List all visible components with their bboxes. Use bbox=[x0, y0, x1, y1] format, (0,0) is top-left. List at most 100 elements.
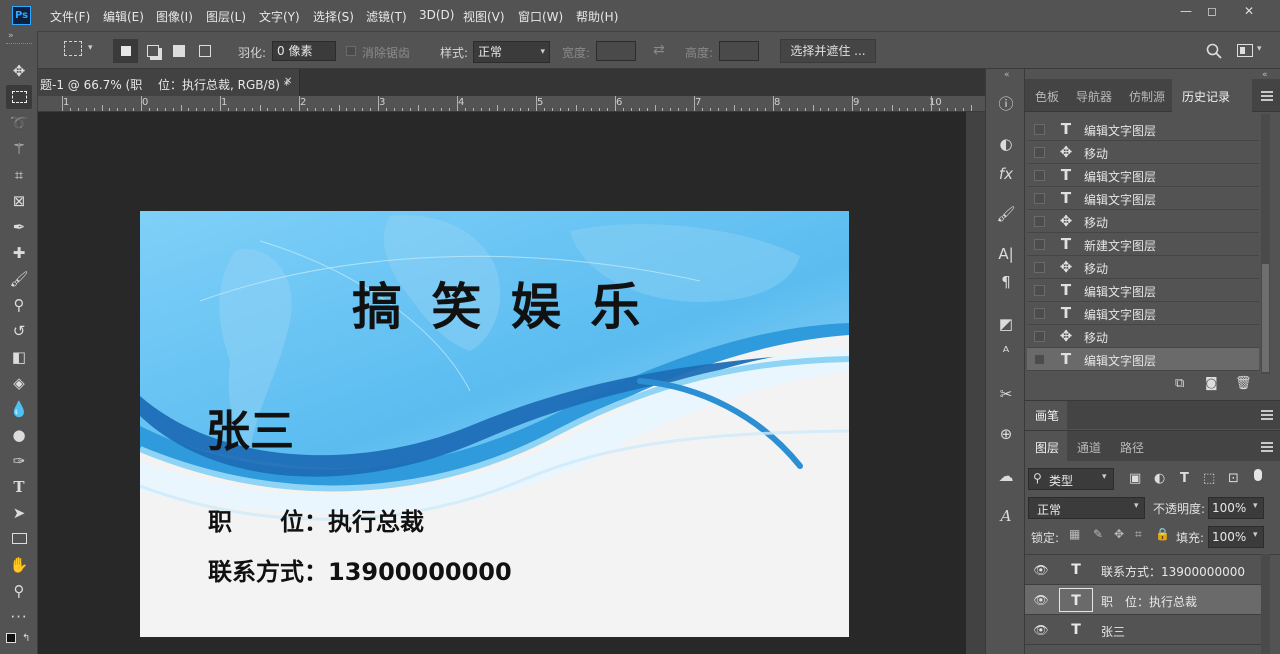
layer-row[interactable]: 👁 T 联系方式：13900000000 bbox=[1025, 555, 1261, 585]
menu-file[interactable]: 文件(F) bbox=[50, 8, 90, 25]
business-card-canvas[interactable]: 搞 笑 娱 乐 张三 职 位：执行总裁 联系方式：13900000000 bbox=[140, 211, 849, 637]
feather-input[interactable]: 0 像素 bbox=[272, 41, 336, 61]
close-button[interactable]: ✕ bbox=[1231, 0, 1267, 22]
chevron-down-icon[interactable]: ▾ bbox=[88, 43, 93, 53]
intersect-selection-button[interactable] bbox=[194, 39, 216, 63]
filter-pixel-layers-icon[interactable]: ▣ bbox=[1129, 471, 1141, 486]
toolbar-grip[interactable] bbox=[6, 43, 32, 47]
add-selection-button[interactable] bbox=[142, 39, 164, 63]
paragraph-icon[interactable]: ¶ bbox=[994, 271, 1018, 293]
lock-transparent-pixels-icon[interactable]: ▦ bbox=[1069, 527, 1080, 541]
select-and-mask-button[interactable]: 选择并遮住 ... bbox=[780, 39, 876, 63]
eyedropper-tool-icon[interactable]: ✒ bbox=[6, 215, 32, 239]
styles-fx-icon[interactable]: fx bbox=[994, 163, 1018, 185]
panel-menu-icon[interactable] bbox=[1261, 410, 1273, 420]
more-tools-icon[interactable]: ··· bbox=[6, 605, 32, 629]
history-item[interactable]: T 编辑文字图层 bbox=[1027, 279, 1259, 302]
subtract-selection-button[interactable] bbox=[168, 39, 190, 63]
filter-smart-objects-icon[interactable]: ⊡ bbox=[1228, 471, 1239, 486]
history-snapshot-checkbox[interactable] bbox=[1034, 124, 1045, 135]
history-scrollbar[interactable] bbox=[1261, 114, 1270, 374]
fill-field[interactable]: 100% ▾ bbox=[1208, 526, 1264, 548]
filter-shape-layers-icon[interactable]: ⬚ bbox=[1203, 471, 1215, 486]
character-icon[interactable]: A| bbox=[994, 243, 1018, 265]
lock-position-icon[interactable]: ✥ bbox=[1114, 527, 1124, 541]
lock-all-icon[interactable]: 🔒 bbox=[1155, 527, 1170, 541]
history-snapshot-checkbox[interactable] bbox=[1034, 331, 1045, 342]
magic-wand-tool-icon[interactable]: ⚚ bbox=[6, 137, 32, 161]
opacity-field[interactable]: 100% ▾ bbox=[1208, 497, 1264, 519]
history-snapshot-checkbox[interactable] bbox=[1034, 262, 1045, 273]
lock-image-pixels-icon[interactable]: ✎ bbox=[1093, 527, 1103, 541]
glyphs-icon[interactable]: A bbox=[994, 505, 1018, 527]
menu-image[interactable]: 图像(I) bbox=[156, 8, 193, 25]
frame-tool-icon[interactable]: ⊠ bbox=[6, 189, 32, 213]
width-input[interactable] bbox=[596, 41, 636, 61]
eraser-tool-icon[interactable]: ◧ bbox=[6, 345, 32, 369]
history-item[interactable]: T 新建文字图层 bbox=[1027, 233, 1259, 256]
collapse-panels-icon[interactable]: « bbox=[1004, 70, 1010, 80]
antialias-checkbox[interactable] bbox=[346, 46, 356, 56]
history-snapshot-checkbox[interactable] bbox=[1034, 354, 1045, 365]
brush-settings-icon[interactable]: 🖌 bbox=[994, 203, 1018, 225]
swap-colors-icon[interactable]: ↰ bbox=[22, 633, 30, 644]
rectangle-tool-icon[interactable] bbox=[6, 527, 32, 551]
history-item[interactable]: T 编辑文字图层 bbox=[1027, 164, 1259, 187]
paragraph-styles-icon[interactable]: ◩ bbox=[994, 313, 1018, 335]
healing-brush-tool-icon[interactable]: ✚ bbox=[6, 241, 32, 265]
tab-history[interactable]: 历史记录 bbox=[1182, 88, 1230, 105]
menu-view[interactable]: 视图(V) bbox=[463, 8, 505, 25]
info-icon[interactable]: ⓘ bbox=[994, 93, 1018, 115]
chevron-down-icon[interactable]: ▾ bbox=[1257, 44, 1262, 54]
visibility-eye-icon[interactable]: 👁 bbox=[1033, 622, 1049, 638]
pen-tool-icon[interactable]: ✑ bbox=[6, 449, 32, 473]
brush-tool-icon[interactable]: 🖌 bbox=[6, 267, 32, 291]
tools-settings-icon[interactable]: ✂ bbox=[994, 383, 1018, 405]
lock-artboard-icon[interactable]: ⌗ bbox=[1135, 527, 1142, 542]
filter-adjustment-layers-icon[interactable]: ◐ bbox=[1154, 471, 1165, 486]
menu-type[interactable]: 文字(Y) bbox=[259, 8, 300, 25]
libraries-icon[interactable]: ☁ bbox=[994, 465, 1018, 487]
history-snapshot-checkbox[interactable] bbox=[1034, 216, 1045, 227]
panel-menu-icon[interactable] bbox=[1261, 91, 1273, 101]
filter-toggle-icon[interactable] bbox=[1254, 469, 1262, 481]
tab-swatches[interactable]: 色板 bbox=[1035, 88, 1059, 105]
lasso-tool-icon[interactable]: ➰ bbox=[6, 111, 32, 135]
workspace-icon[interactable] bbox=[1237, 44, 1253, 57]
history-item[interactable]: ✥ 移动 bbox=[1027, 210, 1259, 233]
history-item[interactable]: ✥ 移动 bbox=[1027, 141, 1259, 164]
rectangular-marquee-tool-icon[interactable] bbox=[6, 85, 32, 109]
adjustments-icon[interactable]: ◐ bbox=[994, 133, 1018, 155]
history-brush-tool-icon[interactable]: ↺ bbox=[6, 319, 32, 343]
paint-bucket-tool-icon[interactable]: ◈ bbox=[6, 371, 32, 395]
move-tool-icon[interactable]: ✥ bbox=[6, 59, 32, 83]
style-select[interactable]: 正常 ▾ bbox=[473, 41, 550, 63]
search-icon[interactable] bbox=[1206, 43, 1222, 59]
layer-row[interactable]: 👁 T 张三 bbox=[1025, 615, 1261, 645]
vertical-scrollbar[interactable] bbox=[966, 112, 985, 654]
history-snapshot-checkbox[interactable] bbox=[1034, 170, 1045, 181]
foreground-color-swatch[interactable] bbox=[6, 633, 16, 643]
swap-dimensions-icon[interactable]: ⇄ bbox=[653, 42, 665, 58]
visibility-eye-icon[interactable]: 👁 bbox=[1033, 592, 1049, 608]
history-item[interactable]: ✥ 移动 bbox=[1027, 256, 1259, 279]
snapshot-camera-icon[interactable]: ◙ bbox=[1205, 376, 1218, 391]
menu-layer[interactable]: 图层(L) bbox=[206, 8, 246, 25]
document-tab[interactable]: 题-1 @ 66.7% (职 位：执行总裁, RGB/8) * ✕ bbox=[38, 69, 300, 96]
restore-button[interactable]: ◻ bbox=[1194, 0, 1230, 22]
trash-icon[interactable]: 🗑 bbox=[1235, 376, 1252, 391]
hand-tool-icon[interactable]: ✋ bbox=[6, 553, 32, 577]
properties-icon[interactable]: ⊕ bbox=[994, 423, 1018, 445]
dodge-tool-icon[interactable]: ● bbox=[6, 423, 32, 447]
crop-tool-icon[interactable]: ⌗ bbox=[6, 163, 32, 187]
history-snapshot-checkbox[interactable] bbox=[1034, 193, 1045, 204]
menu-filter[interactable]: 滤镜(T) bbox=[366, 8, 407, 25]
layers-scrollbar[interactable] bbox=[1261, 554, 1270, 654]
history-item[interactable]: ✥ 移动 bbox=[1027, 325, 1259, 348]
tab-channels[interactable]: 通道 bbox=[1077, 439, 1101, 456]
new-selection-button[interactable] bbox=[113, 39, 138, 63]
menu-window[interactable]: 窗口(W) bbox=[518, 8, 563, 25]
menu-select[interactable]: 选择(S) bbox=[313, 8, 354, 25]
menu-help[interactable]: 帮助(H) bbox=[576, 8, 618, 25]
zoom-tool-icon[interactable]: ⚲ bbox=[6, 579, 32, 603]
